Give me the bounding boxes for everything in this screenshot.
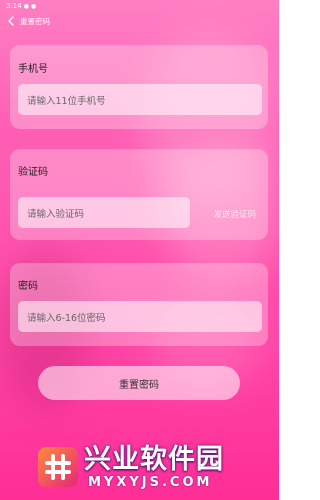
send-code-button[interactable]: 发送验证码 [213, 208, 256, 220]
phone-card: 手机号 请输入11位手机号 [10, 45, 268, 129]
verification-code-input[interactable]: 请输入验证码 [18, 197, 190, 228]
phone-input[interactable]: 请输入11位手机号 [18, 84, 262, 115]
status-bar: 3:14 ● ● [6, 1, 36, 11]
reset-password-screen: 3:14 ● ● 重置密码 手机号 请输入11位手机号 验证码 请输入验证码 发… [0, 0, 279, 500]
watermark-title: 兴业软件园 [84, 443, 224, 475]
notification-icon: ● [23, 2, 29, 10]
back-arrow-icon[interactable] [6, 15, 16, 27]
status-time: 3:14 [6, 2, 22, 10]
password-input[interactable]: 请输入6-16位密码 [18, 301, 262, 332]
notification-icon: ● [30, 2, 37, 10]
password-card: 密码 请输入6-16位密码 [10, 263, 268, 346]
watermark: 兴业软件园 MYXYJS.COM [38, 436, 276, 498]
back-arrow-icon [8, 16, 14, 26]
reset-password-button[interactable]: 重置密码 [38, 366, 240, 400]
page-title: 重置密码 [20, 16, 50, 26]
phone-label: 手机号 [18, 64, 48, 75]
verification-code-label: 验证码 [18, 167, 48, 178]
nav-bar: 重置密码 [6, 14, 50, 28]
password-label: 密码 [18, 281, 38, 292]
verification-code-card: 验证码 请输入验证码 发送验证码 [10, 149, 268, 240]
watermark-subtitle: MYXYJS.COM [88, 474, 213, 490]
hash-logo-icon [38, 447, 78, 487]
watermark-text: 兴业软件园 MYXYJS.COM [84, 446, 224, 489]
